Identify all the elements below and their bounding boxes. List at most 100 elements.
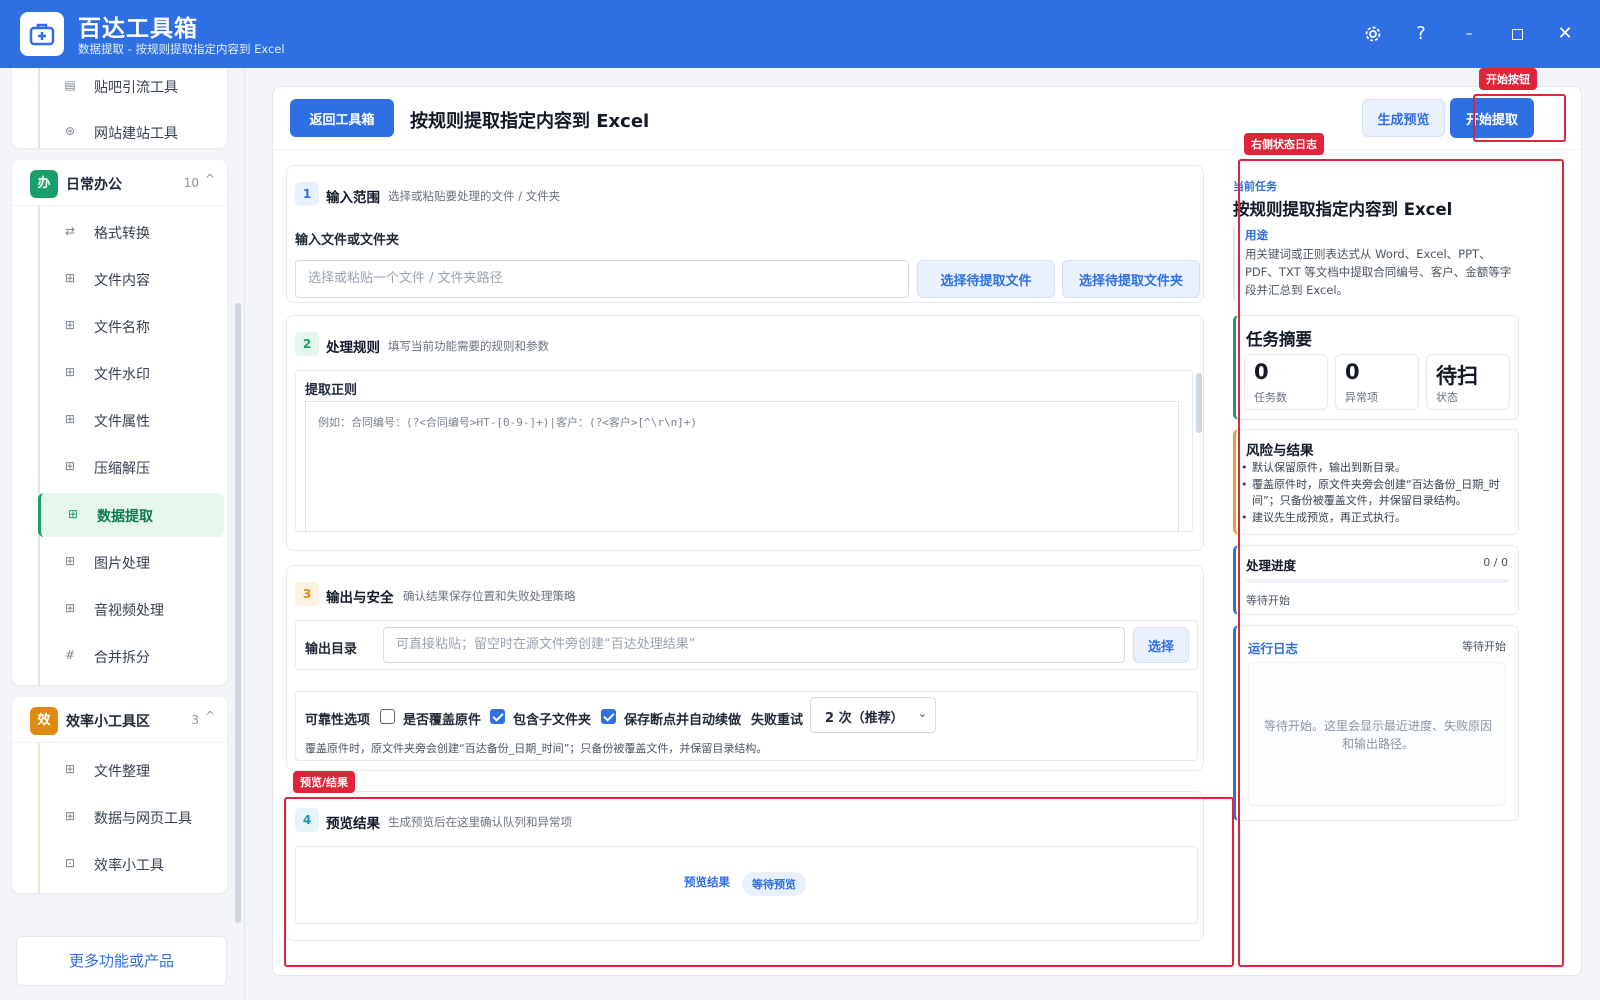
- sidebar-item-watermark[interactable]: ⊞ 文件水印: [38, 351, 224, 395]
- maximize-icon: [1511, 29, 1523, 40]
- grid-icon: ⊞: [64, 601, 76, 615]
- sidebar: ▤ 贴吧引流工具 ⊛ 网站建站工具 办 日常办公 10 ^ ⇄ 格式转换 ⊞ 文…: [0, 68, 245, 1000]
- stat-task-count: 0 任务数: [1244, 354, 1328, 410]
- reliability-row: 可靠性选项 是否覆盖原件 包含子文件夹 保存断点并自动续做 失败重试 2 次（推…: [295, 691, 1198, 761]
- main-panel: 返回工具箱 按规则提取指定内容到 Excel 生成预览 开始提取 1 输入范围 …: [272, 86, 1583, 976]
- settings-button[interactable]: [1357, 18, 1389, 50]
- overwrite-note: 覆盖原件时，原文件夹旁会创建“百达备份_日期_时间”；只备份被覆盖文件，并保留目…: [305, 742, 768, 755]
- progress-title: 处理进度: [1246, 558, 1297, 573]
- grid-icon: ⊞: [64, 412, 76, 426]
- sidebar-item-compress[interactable]: ⊞ 压缩解压: [38, 445, 224, 489]
- progress-status: 等待开始: [1246, 594, 1290, 607]
- group-header-office[interactable]: 办 日常办公 10 ^: [12, 160, 227, 206]
- sidebar-item-merge-split[interactable]: # 合并拆分: [38, 634, 224, 678]
- reliability-label: 可靠性选项: [305, 713, 371, 728]
- purpose-text: 用关键词或正则表达式从 Word、Excel、PPT、PDF、TXT 等文档中提…: [1245, 247, 1512, 297]
- section-title: 输入范围: [326, 190, 380, 206]
- section-number: 2: [295, 332, 319, 356]
- group-badge: 办: [30, 170, 58, 198]
- resume-label: 保存断点并自动续做: [624, 713, 742, 728]
- sidebar-scrollbar[interactable]: [235, 303, 241, 923]
- sidebar-item-file-properties[interactable]: ⊞ 文件属性: [38, 398, 224, 442]
- section-rules: 2 处理规则 填写当前功能需要的规则和参数 提取正则 例如：合同编号：(?<合同…: [286, 315, 1204, 551]
- regex-scrollbar[interactable]: [1196, 373, 1202, 433]
- regex-textarea[interactable]: 例如：合同编号：(?<合同编号>HT-[0-9-]+)|客户：(?<客户>[^\…: [305, 401, 1179, 533]
- start-extract-button[interactable]: 开始提取: [1450, 98, 1534, 138]
- input-path-field[interactable]: 选择或粘贴一个文件 / 文件夹路径: [295, 260, 909, 298]
- overwrite-label: 是否覆盖原件: [403, 713, 482, 728]
- sidebar-group-office: 办 日常办公 10 ^ ⇄ 格式转换 ⊞ 文件内容 ⊞ 文件名称 ⊞ 文件水印 …: [12, 160, 227, 685]
- page-title: 按规则提取指定内容到 Excel: [410, 111, 650, 132]
- section-desc: 选择或粘贴要处理的文件 / 文件夹: [388, 189, 561, 203]
- sidebar-item-data-extract[interactable]: ⊞ 数据提取: [38, 493, 224, 537]
- subfolders-checkbox[interactable]: [490, 709, 505, 724]
- regex-box: 提取正则 例如：合同编号：(?<合同编号>HT-[0-9-]+)|客户：(?<客…: [295, 370, 1202, 533]
- current-task-label: 当前任务: [1233, 180, 1277, 193]
- group-badge: 效: [30, 707, 58, 735]
- section-number: 4: [295, 808, 319, 832]
- toolbox-icon: [29, 23, 55, 46]
- section-number: 1: [295, 182, 319, 206]
- sidebar-item-efficiency-tools[interactable]: ⊡ 效率小工具: [38, 842, 224, 886]
- close-button[interactable]: ✕: [1549, 18, 1581, 50]
- retry-select[interactable]: 2 次（推荐） ⌄: [810, 697, 936, 733]
- close-icon: ✕: [1557, 23, 1573, 44]
- annotation-tag-start: 开始按钮: [1479, 68, 1537, 90]
- sidebar-item-file-name[interactable]: ⊞ 文件名称: [38, 304, 224, 348]
- section-preview: 4 预览结果 生成预览后在这里确认队列和异常项 预览结果 等待预览: [286, 791, 1204, 941]
- sidebar-group-efficiency: 效 效率小工具区 3 ^ ⊞ 文件整理 ⊞ 数据与网页工具 ⊡ 效率小工具: [12, 697, 227, 893]
- sidebar-item-image[interactable]: ⊞ 图片处理: [38, 540, 224, 584]
- grid-icon: ⊞: [67, 507, 79, 521]
- sidebar-item-data-web[interactable]: ⊞ 数据与网页工具: [38, 795, 224, 839]
- section-title: 预览结果: [326, 816, 380, 832]
- output-dir-label: 输出目录: [305, 642, 358, 657]
- resume-checkbox[interactable]: [601, 709, 616, 724]
- preview-area: 预览结果 等待预览: [295, 846, 1198, 924]
- log-output[interactable]: 等待开始。这里会显示最近进度、失败原因和输出路径。: [1248, 662, 1506, 806]
- annotation-tag-right-log: 右侧状态日志: [1244, 133, 1324, 155]
- output-dir-input[interactable]: 可直接粘贴；留空时在源文件旁创建“百达处理结果”: [383, 627, 1125, 663]
- section-title: 输出与安全: [326, 590, 394, 606]
- sidebar-item-tieba[interactable]: ▤ 贴吧引流工具: [38, 68, 224, 108]
- section-number: 3: [295, 582, 319, 606]
- stat-exception-count: 0 异常项: [1335, 354, 1419, 410]
- risk-item: 建议先生成预览，再正式执行。: [1241, 510, 1514, 526]
- document-icon: ▤: [64, 78, 76, 92]
- progress-card: 处理进度 0 / 0 等待开始: [1233, 545, 1519, 615]
- run-log-card: 运行日志 等待开始 等待开始。这里会显示最近进度、失败原因和输出路径。: [1233, 625, 1519, 821]
- pick-file-button[interactable]: 选择待提取文件: [917, 260, 1055, 298]
- purpose-label: 用途: [1245, 228, 1268, 242]
- section-output: 3 输出与安全 确认结果保存位置和失败处理策略 输出目录 可直接粘贴；留空时在源…: [286, 565, 1204, 771]
- log-title: 运行日志: [1248, 641, 1299, 656]
- chevron-up-icon: ^: [204, 709, 215, 723]
- regex-label: 提取正则: [305, 383, 358, 398]
- pick-folder-button[interactable]: 选择待提取文件夹: [1062, 260, 1200, 298]
- preview-result-label: 预览结果: [684, 875, 730, 889]
- overwrite-checkbox[interactable]: [380, 709, 395, 724]
- sidebar-item-media[interactable]: ⊞ 音视频处理: [38, 587, 224, 631]
- back-to-toolbox-button[interactable]: 返回工具箱: [290, 99, 394, 137]
- toolbox-icon: ⊡: [64, 856, 76, 870]
- right-status-panel: 当前任务 按规则提取指定内容到 Excel 用途 用关键词或正则表达式从 Wor…: [1220, 161, 1531, 947]
- choose-output-button[interactable]: 选择: [1133, 627, 1189, 663]
- grid-icon: ⊞: [64, 318, 76, 332]
- log-status: 等待开始: [1462, 640, 1506, 653]
- more-products-link[interactable]: 更多功能或产品: [16, 936, 227, 986]
- generate-preview-button[interactable]: 生成预览: [1362, 99, 1445, 137]
- minimize-button[interactable]: –: [1453, 18, 1485, 50]
- group-header-efficiency[interactable]: 效 效率小工具区 3 ^: [12, 697, 227, 743]
- title-bar: 百达工具箱 数据提取 - 按规则提取指定内容到 Excel ? – ✕: [0, 0, 1600, 68]
- grid-icon: ⊞: [64, 809, 76, 823]
- sidebar-item-website[interactable]: ⊛ 网站建站工具: [38, 110, 224, 154]
- grid-icon: ⊞: [64, 762, 76, 776]
- help-button[interactable]: ?: [1405, 18, 1437, 50]
- hash-icon: #: [64, 648, 76, 662]
- gear-icon: [1365, 26, 1381, 42]
- sidebar-item-format-convert[interactable]: ⇄ 格式转换: [38, 210, 224, 254]
- sidebar-item-file-content[interactable]: ⊞ 文件内容: [38, 257, 224, 301]
- maximize-button[interactable]: [1501, 18, 1533, 50]
- sidebar-item-file-organize[interactable]: ⊞ 文件整理: [38, 748, 224, 792]
- app-subtitle: 数据提取 - 按规则提取指定内容到 Excel: [78, 42, 285, 56]
- annotation-tag-preview: 预览/结果: [293, 771, 356, 793]
- risk-card: 风险与结果 默认保留原件，输出到新目录。 覆盖原件时，原文件夹旁会创建“百达备份…: [1233, 429, 1519, 535]
